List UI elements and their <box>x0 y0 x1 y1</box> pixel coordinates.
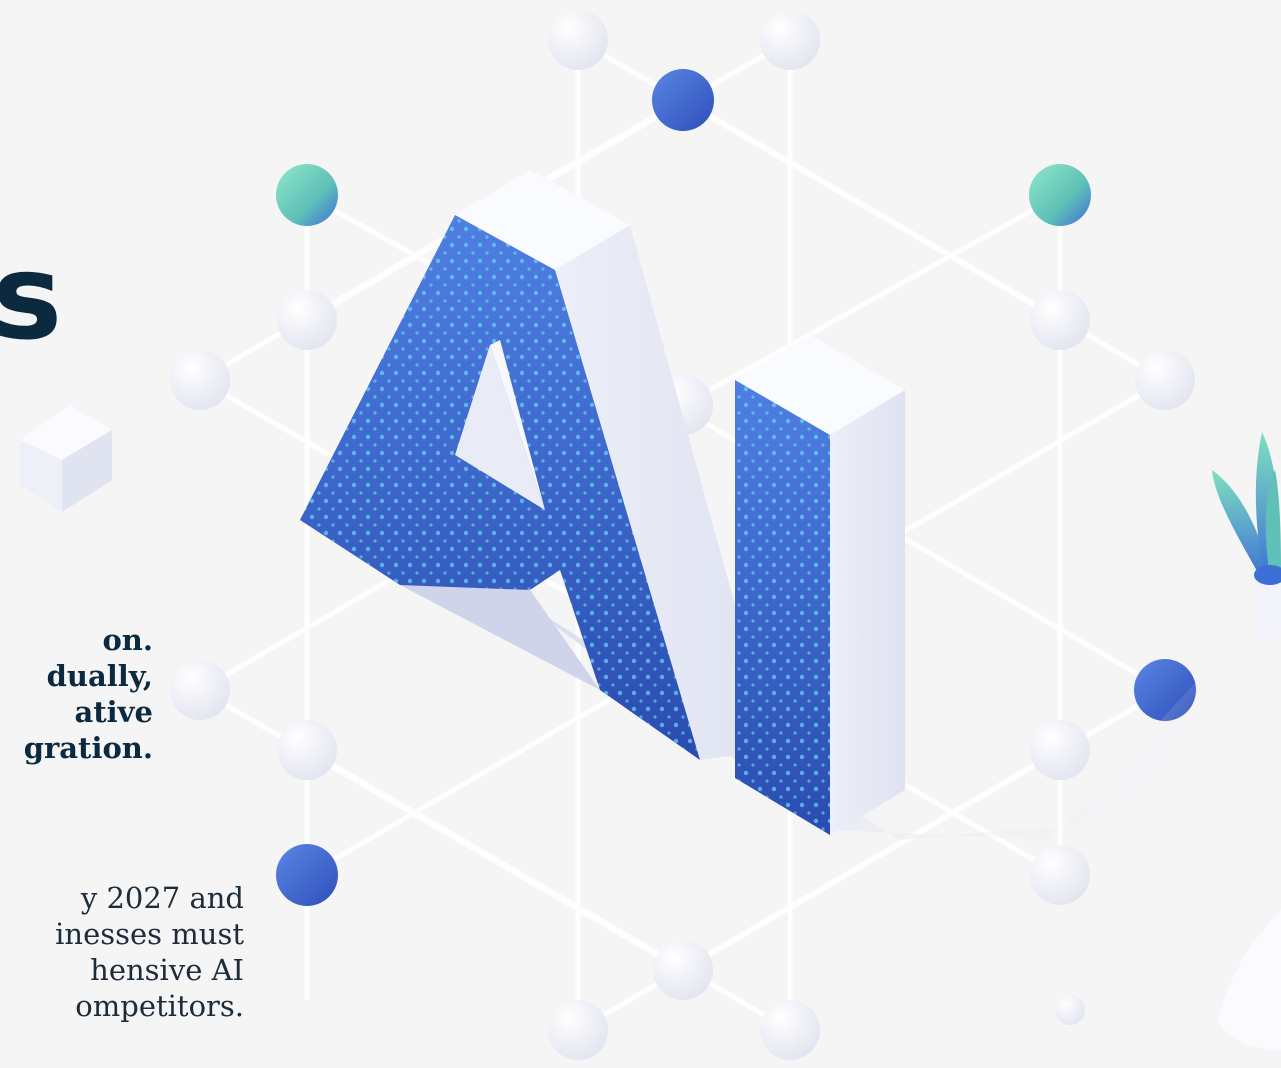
lead-line: on. <box>102 623 153 657</box>
cube-icon <box>20 405 112 512</box>
lead-line: dually, <box>46 659 153 693</box>
body-line: inesses must <box>55 917 244 951</box>
network-node-icon <box>170 660 230 720</box>
body-line: ompetitors. <box>75 989 244 1023</box>
body-paragraph: y 2027 and inesses must hensive AI ompet… <box>0 880 244 1024</box>
lead-paragraph: on. dually, ative gration. <box>0 622 153 766</box>
network-node-icon <box>277 720 337 780</box>
network-node-icon <box>170 350 230 410</box>
network-node-icon <box>760 10 820 70</box>
network-node-icon <box>277 290 337 350</box>
headline-fragment: s <box>0 228 62 366</box>
plant-icon <box>1212 432 1281 1050</box>
network-node-icon <box>276 844 338 906</box>
network-node-icon <box>1055 995 1085 1025</box>
network-node-icon <box>652 69 714 131</box>
network-node-icon <box>548 1000 608 1060</box>
network-node-icon <box>1030 845 1090 905</box>
lead-line: gration. <box>23 731 153 765</box>
lead-line: ative <box>74 695 153 729</box>
body-line: y 2027 and <box>80 881 244 915</box>
network-node-icon <box>653 940 713 1000</box>
network-node-icon <box>1030 720 1090 780</box>
network-node-icon <box>1135 350 1195 410</box>
network-node-icon <box>1029 164 1091 226</box>
network-node-icon <box>276 164 338 226</box>
body-line: hensive AI <box>90 953 244 987</box>
network-node-icon <box>1030 290 1090 350</box>
network-node-icon <box>760 1000 820 1060</box>
network-node-icon <box>548 10 608 70</box>
